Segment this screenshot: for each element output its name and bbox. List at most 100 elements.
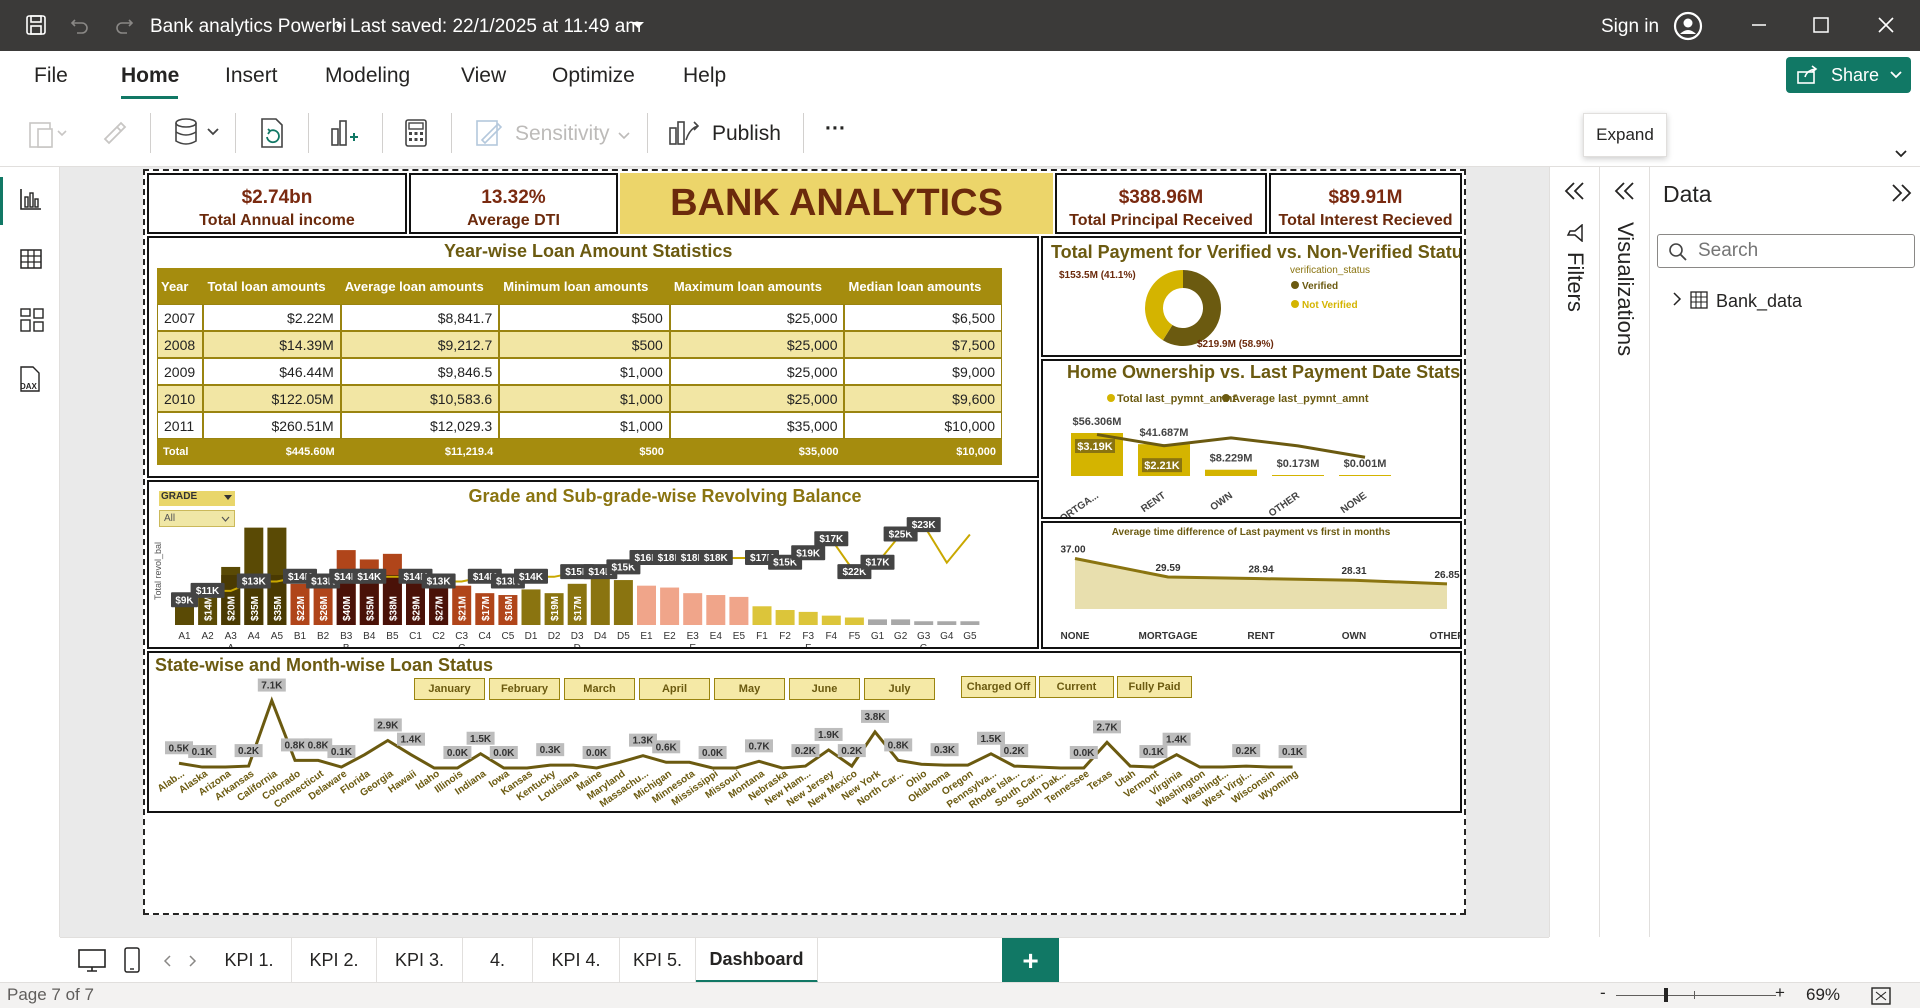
menu-modeling[interactable]: Modeling — [325, 64, 410, 88]
kpi-card-interest-received[interactable]: $89.91M Total Interest Recieved — [1269, 173, 1462, 234]
grade-bar[interactable] — [729, 596, 749, 625]
table-view-icon[interactable] — [19, 247, 43, 276]
zoom-slider-thumb[interactable] — [1664, 988, 1668, 1002]
collapse-data-pane-icon[interactable] — [1890, 183, 1912, 203]
filters-label[interactable]: Filters — [1562, 252, 1588, 312]
redo-icon[interactable] — [111, 12, 137, 38]
grade-bar[interactable] — [798, 611, 818, 625]
state-month-loan-visual[interactable]: January February March April May June July Cha… — [147, 651, 1462, 813]
grade-bar[interactable] — [844, 617, 864, 625]
zoom-slider[interactable] — [1616, 988, 1776, 1002]
new-visual-icon[interactable] — [328, 115, 360, 154]
collapse-filters-icon[interactable] — [1564, 181, 1586, 201]
publish-button[interactable]: Publish — [712, 122, 781, 146]
page-tab[interactable]: KPI 4. — [533, 938, 620, 983]
report-view-icon[interactable] — [19, 187, 43, 216]
kpi-card-average-dti[interactable]: 13.32% Average DTI — [409, 173, 618, 234]
grade-bar[interactable] — [821, 615, 841, 625]
paste-icon[interactable] — [28, 119, 68, 154]
grade-bar[interactable] — [637, 585, 656, 625]
save-icon[interactable] — [23, 12, 49, 38]
page-tab[interactable]: KPI 5. — [620, 938, 696, 983]
sensitivity-icon[interactable] — [474, 118, 504, 153]
yearwise-table-visual[interactable]: Year-wise Loan Amount Statistics Year To… — [147, 236, 1039, 478]
chevron-down-icon[interactable] — [625, 12, 651, 38]
legend-entry[interactable]: Not Verified — [1302, 300, 1358, 311]
page-tab[interactable]: KPI 3. — [377, 938, 463, 983]
grade-bar[interactable] — [590, 578, 610, 625]
close-icon[interactable] — [1873, 12, 1899, 38]
fit-to-page-icon[interactable] — [1870, 986, 1892, 1006]
sign-in-link[interactable]: Sign in — [1601, 16, 1659, 38]
verification-donut-visual[interactable]: Total Payment for Verified vs. Non-Verif… — [1041, 236, 1473, 357]
grade-bar[interactable] — [613, 580, 633, 625]
home-ownership-visual[interactable]: Home Ownership vs. Last Payment Date Sta… — [1041, 359, 1462, 530]
menu-optimize[interactable]: Optimize — [552, 64, 635, 88]
grade-bar[interactable] — [752, 606, 772, 625]
kpi-card-principal-received[interactable]: $388.96M Total Principal Received — [1055, 173, 1267, 234]
bar[interactable] — [1205, 469, 1257, 476]
calculator-icon[interactable] — [404, 118, 428, 153]
data-table-item[interactable]: Bank_data — [1716, 291, 1802, 312]
maximize-icon[interactable] — [1808, 12, 1834, 38]
expand-ribbon-icon[interactable] — [1894, 149, 1908, 159]
menu-home[interactable]: Home — [121, 64, 179, 88]
user-avatar-icon[interactable] — [1673, 11, 1703, 41]
data-search-box[interactable] — [1657, 234, 1915, 268]
page-tab[interactable]: KPI 1. — [207, 938, 292, 983]
col-header[interactable]: Maximum loan amounts — [670, 268, 845, 304]
expand-visualizations-icon[interactable] — [1614, 181, 1636, 201]
grade-bar[interactable] — [868, 619, 887, 625]
grade-bar[interactable] — [521, 589, 541, 625]
legend-entry[interactable]: Total last_pymnt_amnt — [1117, 393, 1236, 405]
model-view-icon[interactable] — [19, 307, 45, 338]
more-options-button[interactable]: ··· — [825, 117, 846, 141]
add-page-button[interactable]: + — [1002, 938, 1059, 983]
zoom-in-button[interactable]: + — [1775, 983, 1785, 1003]
bar[interactable] — [1272, 475, 1324, 476]
menu-file[interactable]: File — [34, 64, 68, 88]
grade-bar[interactable] — [706, 595, 726, 625]
chevron-right-icon[interactable] — [1672, 291, 1682, 307]
minimize-icon[interactable] — [1746, 12, 1772, 38]
zoom-out-button[interactable]: - — [1600, 983, 1606, 1003]
col-header[interactable]: Minimum loan amounts — [499, 268, 670, 304]
grade-bar[interactable] — [937, 621, 957, 625]
get-data-icon[interactable] — [172, 117, 224, 154]
scroll-tabs-left-icon[interactable] — [162, 954, 172, 968]
legend-entry[interactable]: Verified — [1302, 281, 1338, 292]
menu-insert[interactable]: Insert — [225, 64, 278, 88]
grade-bar[interactable] — [660, 587, 680, 625]
menu-help[interactable]: Help — [683, 64, 726, 88]
kpi-card-annual-income[interactable]: $2.74bn Total Annual income — [147, 173, 407, 234]
bar[interactable] — [1339, 475, 1391, 476]
search-input[interactable] — [1698, 240, 1898, 262]
page-tab[interactable]: KPI 2. — [292, 938, 377, 983]
dax-query-view-icon[interactable]: DAX — [17, 365, 45, 400]
col-header[interactable]: Total loan amounts — [203, 268, 340, 304]
refresh-icon[interactable] — [258, 117, 288, 154]
col-header[interactable]: Year — [157, 268, 203, 304]
desktop-layout-icon[interactable] — [77, 948, 107, 979]
sensitivity-button[interactable]: Sensitivity — [515, 122, 610, 146]
grade-bar[interactable] — [891, 619, 911, 625]
scroll-tabs-right-icon[interactable] — [188, 954, 198, 968]
share-button[interactable]: Share — [1786, 57, 1911, 93]
page-tab[interactable]: Dashboard — [696, 938, 818, 983]
grade-bar[interactable] — [683, 593, 703, 625]
grade-bar[interactable] — [775, 610, 795, 625]
filters-pane[interactable]: Filters — [1549, 167, 1599, 937]
avg-time-area-visual[interactable]: Average time difference of Last payment … — [1041, 521, 1465, 649]
col-header[interactable]: Average loan amounts — [341, 268, 500, 304]
publish-icon[interactable] — [668, 116, 700, 153]
legend-entry[interactable]: Average last_pymnt_amnt — [1232, 393, 1369, 405]
menu-view[interactable]: View — [461, 64, 506, 88]
col-header[interactable]: Median loan amounts — [844, 268, 1002, 304]
visualizations-pane[interactable]: Visualizations — [1599, 167, 1649, 937]
grade-revolving-balance-visual[interactable]: GRADE All Grade and Sub-grade-wise Revol… — [147, 480, 1039, 649]
grade-bar[interactable] — [914, 621, 934, 625]
page-tab[interactable]: 4. — [463, 938, 533, 983]
grade-bar[interactable] — [960, 621, 980, 625]
format-painter-icon[interactable] — [101, 119, 129, 152]
mobile-layout-icon[interactable] — [123, 946, 141, 979]
